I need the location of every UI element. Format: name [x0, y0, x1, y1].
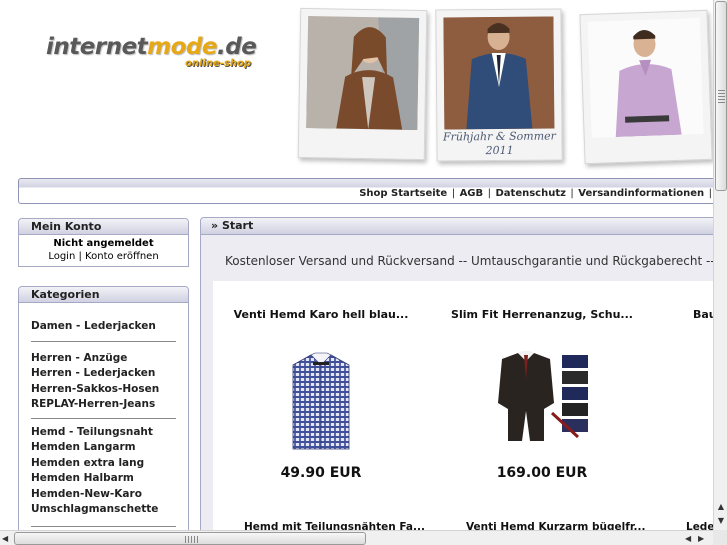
scroll-left-arrow-icon[interactable]: ◀	[2, 532, 12, 545]
nav-link-datenschutz[interactable]: Datenschutz	[495, 188, 565, 199]
product-card[interactable]: Slim Fit Herrenanzug, Schu... 169.00 EUR	[437, 281, 647, 501]
horizontal-scrollbar[interactable]: ◀ ◀ ▶	[0, 530, 713, 545]
logo-brand-text: mode	[147, 34, 218, 60]
category-link[interactable]: Herren-Sakkos-Hosen	[31, 382, 188, 398]
vertical-scroll-thumb[interactable]	[715, 1, 727, 191]
category-divider	[31, 417, 176, 419]
man-in-suit-image	[443, 16, 555, 130]
banner-caption: Frühjahr & Sommer 2011	[437, 129, 561, 158]
login-link[interactable]: Login	[48, 251, 75, 262]
nav-link-versandinformationen[interactable]: Versandinformationen	[578, 188, 704, 199]
suit-man-figure-icon	[443, 16, 555, 130]
scroll-left-arrow-icon[interactable]: ◀	[685, 532, 697, 545]
banner-photo-woman	[297, 7, 428, 161]
shipping-info-text: Kostenloser Versand und Rückversand -- U…	[225, 254, 726, 268]
scroll-up-arrow-icon[interactable]: ▲	[715, 500, 727, 514]
suit-product-image[interactable]	[492, 351, 592, 443]
nav-separator: |	[487, 188, 491, 199]
scroll-grip-icon	[185, 536, 199, 543]
category-link[interactable]: Herren - Anzüge	[31, 351, 188, 367]
account-status: Nicht angemeldet	[53, 238, 154, 249]
account-link-separator: |	[78, 251, 82, 262]
product-title[interactable]: Venti Hemd Karo hell blau...	[216, 308, 426, 321]
category-link[interactable]: Hemd - Teilungsnaht	[31, 425, 188, 441]
top-nav-links: Shop Startseite | AGB | Datenschutz | Ve…	[359, 188, 713, 199]
product-title[interactable]: Slim Fit Herrenanzug, Schu...	[437, 308, 647, 321]
category-link[interactable]: Hemden Halbarm	[31, 471, 188, 487]
category-link[interactable]: Hemden Langarm	[31, 440, 188, 456]
breadcrumb-start-link[interactable]: Start	[222, 219, 253, 232]
top-navigation-bar: Shop Startseite | AGB | Datenschutz | Ve…	[18, 178, 718, 204]
man-in-shirt-image	[587, 18, 704, 138]
category-divider	[31, 525, 176, 527]
woman-leather-jacket-image	[306, 16, 420, 130]
product-price: 169.00 EUR	[496, 465, 588, 481]
category-link[interactable]: Hemden-New-Karo	[31, 487, 188, 503]
account-links: Login | Konto eröffnen	[19, 251, 188, 262]
main-content-panel: » Start Kostenloser Versand und Rückvers…	[200, 217, 727, 545]
category-list: Damen - Lederjacken Herren - Anzüge Herr…	[19, 303, 188, 527]
scrollbar-corner	[713, 530, 727, 545]
logo-subtitle: online-shop	[185, 58, 251, 69]
product-card[interactable]: Venti Hemd Karo hell blau... 49.90 EUR	[216, 281, 426, 501]
checked-shirt-product-image[interactable]	[289, 351, 353, 453]
scroll-right-arrow-icon[interactable]: ▶	[698, 532, 710, 545]
categories-box: Kategorien Damen - Lederjacken Herren - …	[18, 286, 189, 545]
scroll-grip-icon	[718, 90, 725, 104]
nav-separator: |	[451, 188, 456, 199]
category-divider	[31, 340, 176, 342]
product-grid: Venti Hemd Karo hell blau... 49.90 EUR S…	[213, 281, 727, 545]
banner-caption-line1: Frühjahr & Sommer	[442, 129, 556, 144]
category-link[interactable]: Herren - Lederjacken	[31, 366, 188, 382]
nav-separator: |	[708, 188, 712, 199]
horizontal-scroll-thumb[interactable]	[14, 532, 366, 545]
category-link[interactable]: Damen - Lederjacken	[31, 319, 188, 335]
nav-link-shop-home[interactable]: Shop Startseite	[359, 188, 447, 199]
browser-viewport: internetmode.de online-shop Frühjahr & S…	[0, 0, 727, 545]
register-link[interactable]: Konto eröffnen	[85, 251, 159, 262]
shirt-man-figure-icon	[587, 18, 704, 138]
product-price: 49.90 EUR	[280, 465, 362, 481]
categories-box-title: Kategorien	[19, 287, 188, 303]
scroll-down-arrow-icon[interactable]: ▼	[715, 514, 727, 528]
woman-figure-icon	[306, 16, 420, 130]
category-link[interactable]: REPLAY-Herren-Jeans	[31, 397, 188, 413]
nav-link-agb[interactable]: AGB	[460, 188, 484, 199]
vertical-scrollbar[interactable]: ▲ ▼	[713, 0, 727, 530]
banner-photo-suit-man: Frühjahr & Sommer 2011	[435, 8, 563, 162]
banner-photo-shirt-man	[579, 9, 713, 165]
logo-main-text: internet	[46, 34, 148, 60]
breadcrumb-prefix: »	[211, 219, 219, 232]
banner-caption-line2: 2011	[485, 143, 514, 158]
nav-separator: |	[570, 188, 574, 199]
logo-tld-text: .de	[217, 34, 257, 60]
account-box-title: Mein Konto	[19, 219, 188, 235]
category-link[interactable]: Umschlagmanschette	[31, 502, 188, 518]
account-box: Mein Konto Nicht angemeldet Login | Kont…	[18, 218, 189, 267]
category-link[interactable]: Hemden extra lang	[31, 456, 188, 472]
breadcrumb: » Start	[201, 218, 727, 235]
site-logo[interactable]: internetmode.de	[46, 34, 257, 60]
